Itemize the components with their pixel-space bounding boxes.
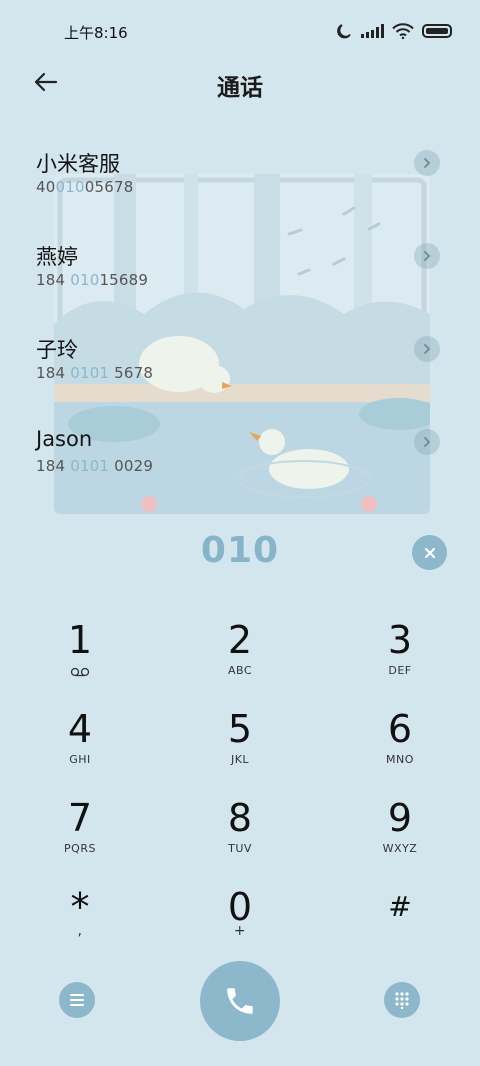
- chevron-right-icon[interactable]: [414, 150, 440, 176]
- battery-icon: [422, 24, 452, 38]
- clear-input-button[interactable]: [412, 535, 447, 570]
- number-prefix: 40: [36, 178, 56, 196]
- number-suffix: 5678: [109, 364, 154, 382]
- wifi-icon: [392, 23, 414, 39]
- chevron-right-icon[interactable]: [414, 336, 440, 362]
- phone-icon: [227, 988, 253, 1014]
- contact-number: 184 0101 5678: [36, 364, 153, 382]
- key-letters: PQRS: [64, 842, 96, 855]
- number-suffix: 15689: [99, 271, 149, 289]
- menu-button[interactable]: [59, 982, 95, 1018]
- status-time: 上午8:16: [64, 24, 128, 42]
- signal-icon: [361, 24, 384, 38]
- number-match: 010: [70, 271, 100, 289]
- number-match: 0101: [70, 457, 110, 475]
- key-digit: 1: [67, 618, 93, 662]
- key-letters: MNO: [386, 753, 414, 766]
- key-digit: 9: [387, 796, 413, 840]
- chevron-right-icon[interactable]: [414, 429, 440, 455]
- number-match: 010: [55, 178, 85, 196]
- key-digit: 3: [387, 618, 413, 662]
- key-hash[interactable]: #: [340, 885, 460, 963]
- key-letters: ,: [77, 923, 83, 939]
- chevron-right-icon[interactable]: [414, 243, 440, 269]
- contact-number: 184 01015689: [36, 271, 148, 289]
- key-star[interactable]: * ,: [20, 885, 140, 963]
- contact-row[interactable]: 燕婷 184 01015689: [0, 233, 480, 326]
- key-letters: JKL: [230, 753, 250, 766]
- menu-icon: [70, 994, 84, 1006]
- number-match: 0101: [70, 364, 110, 382]
- key-letters: +: [233, 923, 247, 939]
- close-icon: [424, 547, 435, 558]
- page-title: 通话: [217, 75, 263, 101]
- number-prefix: 184: [36, 364, 71, 382]
- key-letters: GHI: [69, 753, 91, 766]
- contact-name: 燕婷: [36, 245, 78, 269]
- key-9[interactable]: 9 WXYZ: [340, 796, 460, 874]
- contact-name: 子玲: [36, 338, 78, 362]
- contact-row[interactable]: 子玲 184 0101 5678: [0, 326, 480, 419]
- number-suffix: 05678: [84, 178, 134, 196]
- status-bar: 上午8:16: [0, 0, 480, 62]
- key-6[interactable]: 6 MNO: [340, 707, 460, 785]
- dialpad-toggle-button[interactable]: [384, 982, 420, 1018]
- key-digit: 6: [387, 707, 413, 751]
- key-digit: 2: [227, 618, 253, 662]
- key-digit: 7: [67, 796, 93, 840]
- status-icons: [335, 22, 452, 40]
- key-0[interactable]: 0 +: [180, 885, 300, 963]
- key-digit: 5: [227, 707, 253, 751]
- number-prefix: 184: [36, 271, 71, 289]
- contact-row[interactable]: Jason 184 0101 0029: [0, 419, 480, 512]
- key-4[interactable]: 4 GHI: [20, 707, 140, 785]
- key-letters: TUV: [228, 842, 252, 855]
- key-2[interactable]: 2 ABC: [180, 618, 300, 696]
- dialpad-icon: [395, 992, 409, 1009]
- contact-name: 小米客服: [36, 152, 120, 176]
- contact-results-list: 小米客服 4001005678 燕婷 184 01015689 子玲 184 0…: [0, 140, 480, 512]
- call-button[interactable]: [200, 961, 280, 1041]
- key-letters: ABC: [227, 664, 253, 677]
- key-digit: 8: [227, 796, 253, 840]
- voicemail-icon: [70, 667, 90, 677]
- contact-number: 4001005678: [36, 178, 133, 196]
- moon-icon: [337, 24, 351, 39]
- key-5[interactable]: 5 JKL: [180, 707, 300, 785]
- key-digit: 4: [67, 707, 93, 751]
- contact-row[interactable]: 小米客服 4001005678: [0, 140, 480, 233]
- key-3[interactable]: 3 DEF: [340, 618, 460, 696]
- key-1[interactable]: 1: [20, 618, 140, 696]
- contact-name: Jason: [36, 427, 93, 451]
- key-8[interactable]: 8 TUV: [180, 796, 300, 874]
- number-prefix: 184: [36, 457, 71, 475]
- number-suffix: 0029: [109, 457, 154, 475]
- key-letters: DEF: [388, 664, 412, 677]
- key-7[interactable]: 7 PQRS: [20, 796, 140, 874]
- key-letters: WXYZ: [382, 842, 418, 855]
- key-digit: #: [388, 890, 412, 923]
- dialed-number-display: 010: [200, 530, 280, 571]
- contact-number: 184 0101 0029: [36, 457, 153, 475]
